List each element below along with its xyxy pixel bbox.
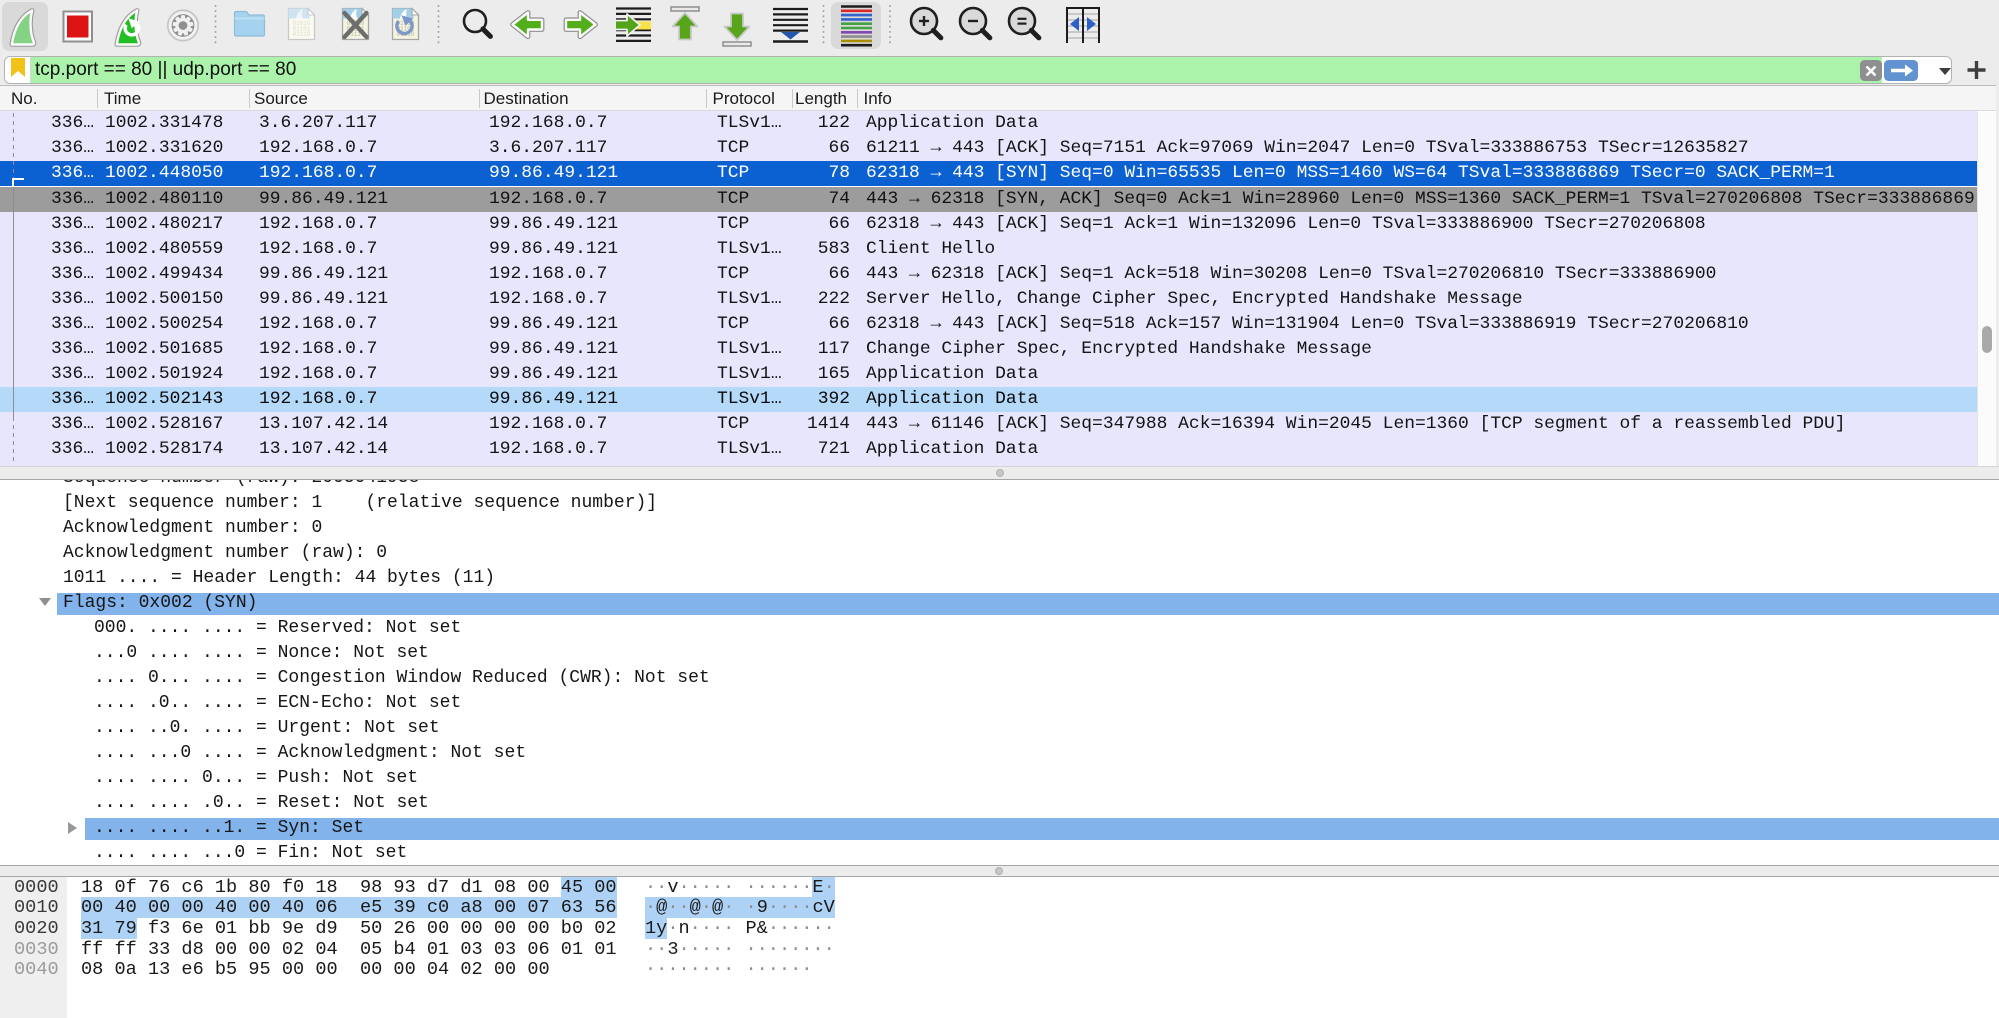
svg-text:01110: 01110	[293, 31, 311, 38]
